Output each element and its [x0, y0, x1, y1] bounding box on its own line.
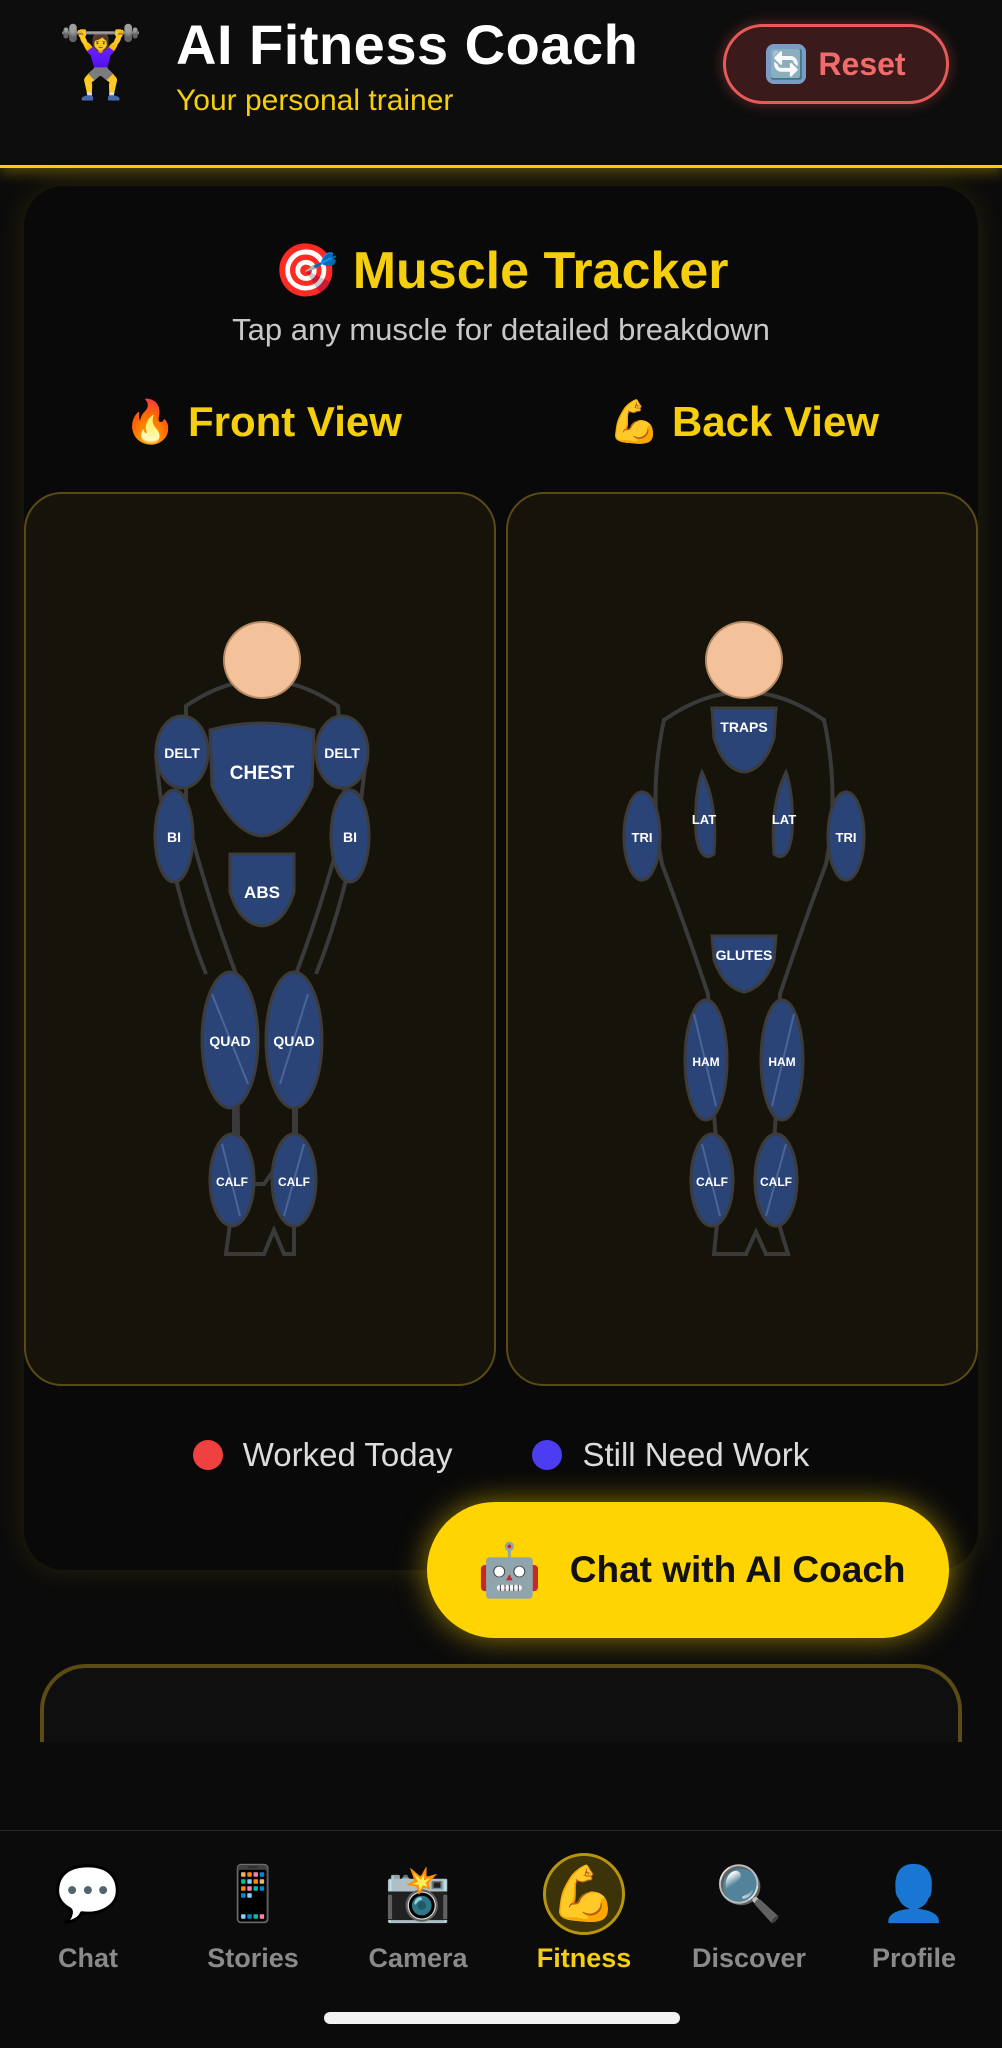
front-view-label: Front View — [187, 398, 402, 445]
label-abs: ABS — [244, 883, 280, 902]
back-view-title: 💪 Back View — [608, 398, 879, 447]
label-tri-right: TRI — [836, 830, 857, 845]
nav-item-profile[interactable]: 👤 Profile — [834, 1853, 994, 1974]
legend-need-work-label: Still Need Work — [582, 1436, 810, 1473]
nav-label-camera: Camera — [368, 1943, 468, 1973]
label-delt-right: DELT — [324, 745, 360, 761]
nav-label-profile: Profile — [871, 1943, 957, 1973]
app-title: AI Fitness Coach — [176, 13, 639, 76]
fire-icon: 🔥 — [124, 398, 177, 445]
head-back — [705, 621, 783, 699]
label-glutes: GLUTES — [716, 947, 773, 963]
legend-worked-dot — [192, 1440, 223, 1470]
label-ham-right: HAM — [768, 1055, 795, 1069]
muscle-legend: Worked Today Still Need Work — [24, 1436, 978, 1474]
label-traps: TRAPS — [720, 719, 767, 735]
nav-item-camera[interactable]: 📸 Camera — [338, 1853, 498, 1974]
label-calf-right: CALF — [278, 1175, 310, 1189]
front-body-diagram: DELT DELT CHEST BI BI ABS QUAD QUAD CALF… — [153, 621, 371, 1256]
label-ham-left: HAM — [692, 1055, 719, 1069]
label-bi-left: BI — [167, 829, 181, 845]
label-calf-back-right: CALF — [760, 1175, 792, 1189]
nav-item-chat[interactable]: 💬 Chat — [8, 1853, 168, 1974]
camera-icon: 📸 — [384, 1863, 452, 1924]
legend-worked-label: Worked Today — [242, 1436, 453, 1473]
label-lat-left: LAT — [692, 812, 716, 827]
app-subtitle: Your personal trainer — [176, 84, 454, 117]
label-lat-right: LAT — [772, 812, 796, 827]
flexed-biceps-nav-icon: 💪 — [543, 1853, 625, 1935]
reset-button-label: Reset — [818, 45, 906, 82]
chat-with-ai-coach-button[interactable]: 🤖 Chat with AI Coach — [427, 1502, 949, 1638]
tracker-title-text: Muscle Tracker — [352, 242, 729, 300]
label-bi-right: BI — [343, 829, 357, 845]
head — [223, 621, 301, 699]
phone-icon: 📱 — [219, 1863, 287, 1924]
label-delt-left: DELT — [164, 745, 200, 761]
flexed-biceps-icon: 💪 — [608, 398, 661, 445]
muscle-glutes[interactable] — [710, 934, 778, 994]
back-view-panel: TRAPS TRI TRI LAT LAT GLUTES HAM HAM CAL… — [506, 492, 978, 1386]
label-chest: CHEST — [230, 763, 295, 784]
nav-label-discover: Discover — [691, 1943, 807, 1973]
back-body-diagram: TRAPS TRI TRI LAT LAT GLUTES HAM HAM CAL… — [622, 621, 866, 1256]
back-view-label: Back View — [671, 398, 879, 445]
magnifier-icon: 🔍 — [715, 1863, 783, 1924]
nav-label-fitness: Fitness — [536, 1943, 632, 1973]
tracker-subtitle: Tap any muscle for detailed breakdown — [232, 312, 770, 347]
label-calf-left: CALF — [216, 1175, 248, 1189]
nav-item-discover[interactable]: 🔍 Discover — [669, 1853, 829, 1974]
label-calf-back-left: CALF — [696, 1175, 728, 1189]
front-view-title: 🔥 Front View — [124, 398, 402, 447]
label-quad-left: QUAD — [209, 1033, 250, 1049]
muscle-tracker-card: 🎯 Muscle Tracker Tap any muscle for deta… — [24, 186, 978, 1570]
legend-need-work: Still Need Work — [532, 1436, 809, 1474]
reset-button[interactable]: 🔄 Reset — [723, 24, 949, 104]
person-silhouette-icon: 👤 — [880, 1863, 948, 1924]
legend-worked-today: Worked Today — [192, 1436, 453, 1474]
home-indicator — [324, 2012, 680, 2024]
chat-cta-label: Chat with AI Coach — [569, 1549, 906, 1590]
weightlifter-logo-icon: 🏋️‍♀️ — [57, 23, 145, 101]
tracker-title: 🎯 Muscle Tracker — [24, 240, 978, 301]
speech-bubble-icon: 💬 — [54, 1863, 122, 1924]
app-header: 🏋️‍♀️ AI Fitness Coach Your personal tra… — [0, 0, 1002, 168]
nav-item-stories[interactable]: 📱 Stories — [173, 1853, 333, 1974]
nav-label-chat: Chat — [58, 1943, 118, 1973]
target-icon: 🎯 — [273, 242, 339, 300]
label-quad-right: QUAD — [273, 1033, 314, 1049]
front-view-panel: DELT DELT CHEST BI BI ABS QUAD QUAD CALF… — [24, 492, 496, 1386]
robot-icon: 🤖 — [477, 1541, 542, 1600]
nav-item-fitness[interactable]: 💪 Fitness — [504, 1853, 664, 1974]
muscle-traps[interactable] — [710, 706, 778, 774]
nav-label-stories: Stories — [207, 1943, 299, 1973]
legend-need-work-dot — [532, 1440, 563, 1470]
refresh-icon: 🔄 — [766, 44, 807, 84]
content-bottom-fade — [0, 1742, 1002, 1832]
label-tri-left: TRI — [632, 830, 653, 845]
